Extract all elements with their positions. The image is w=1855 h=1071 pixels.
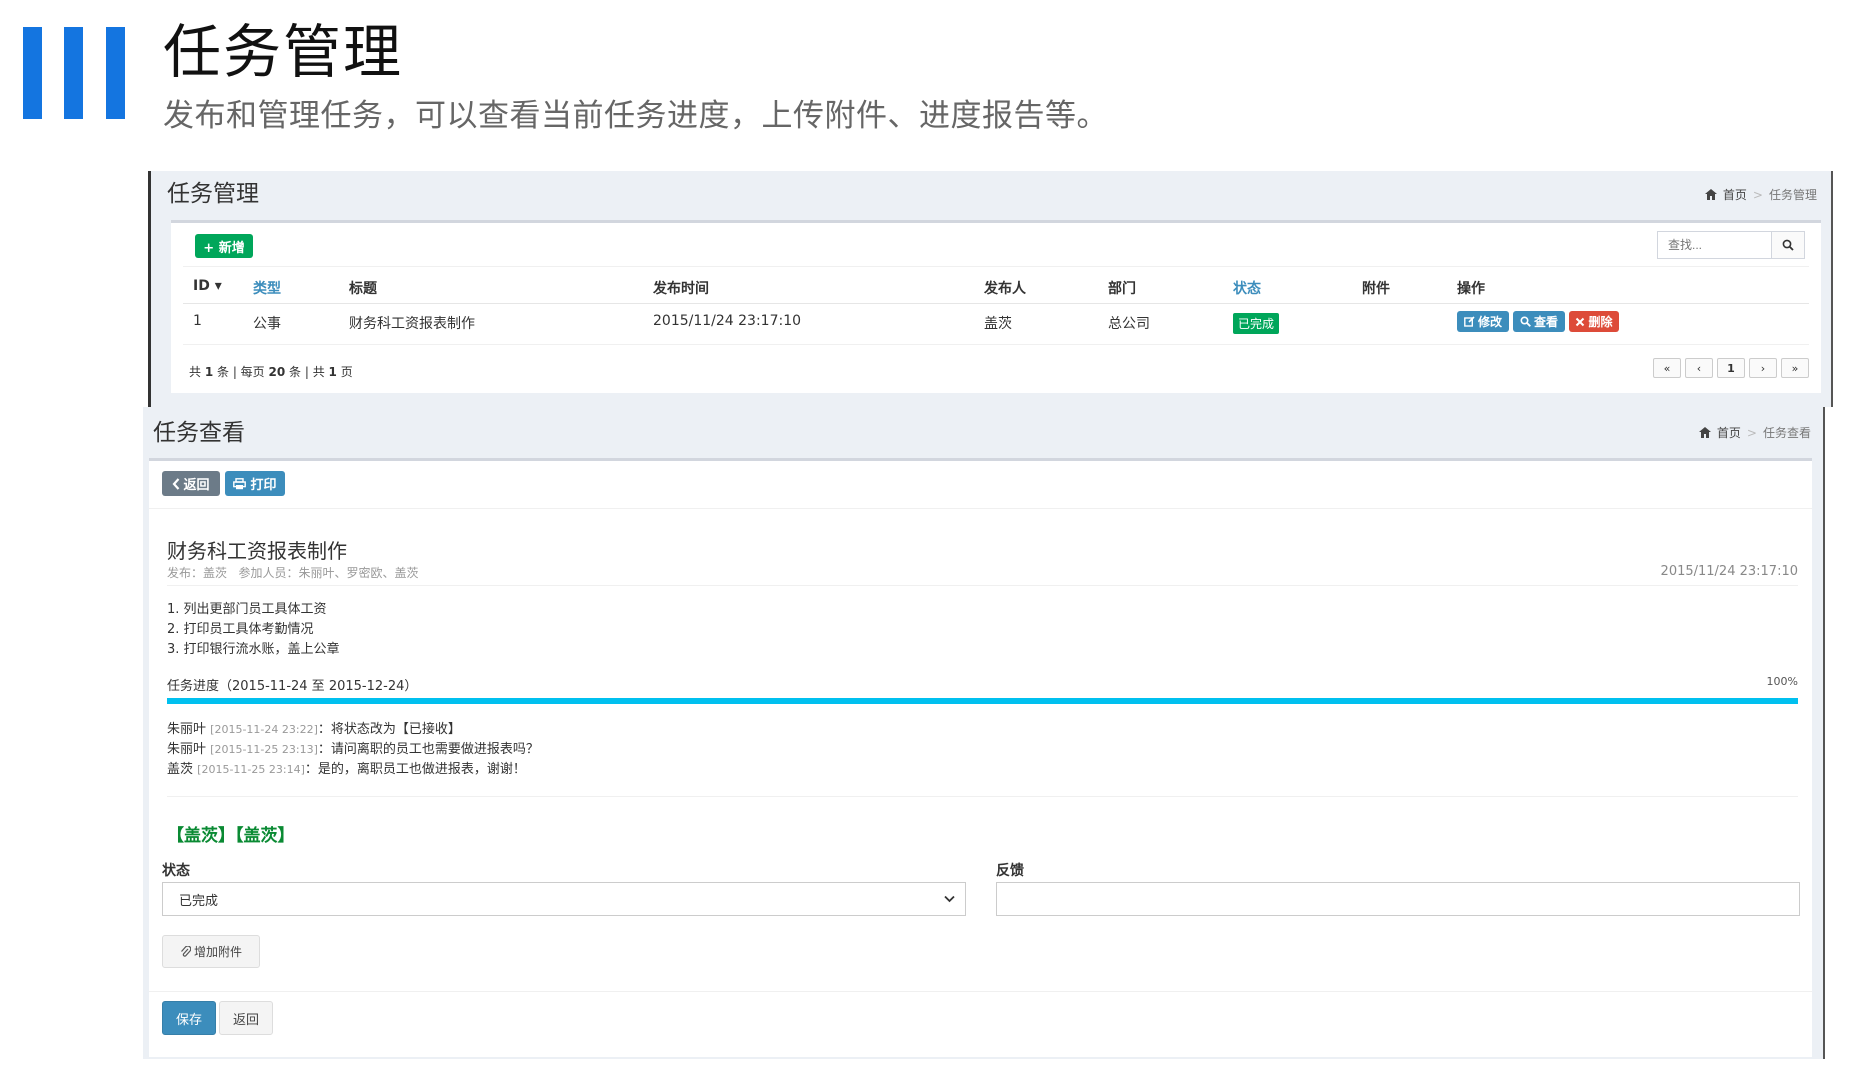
slide-subtitle: 发布和管理任务，可以查看当前任务进度，上传附件、进度报告等。: [163, 98, 1108, 134]
accent-bar-2: [64, 27, 83, 119]
page-1-button[interactable]: 1: [1717, 358, 1745, 378]
breadcrumb-current: 任务查看: [1762, 426, 1811, 440]
status-select[interactable]: 已完成: [162, 882, 966, 916]
title-divider: [167, 585, 1798, 586]
col-header-id[interactable]: ID ▾: [193, 278, 222, 294]
task-detail-box: 返回 打印 财务科工资报表制作 发布：盖茨 参加人员：朱丽叶、罗密欧、盖茨 20…: [149, 458, 1812, 1057]
back-button[interactable]: 返回: [162, 471, 220, 496]
pagination: « ‹ 1 › »: [1653, 358, 1809, 378]
chevron-down-icon: [944, 895, 955, 903]
view-label: 查看: [1533, 315, 1558, 329]
close-icon: [1576, 317, 1585, 326]
chevron-left-icon: [173, 477, 180, 490]
cell-type: 公事: [253, 316, 281, 332]
magnifier-icon: [1520, 316, 1531, 327]
row-bottom-line: [183, 344, 1809, 345]
breadcrumb-current: 任务管理: [1768, 188, 1817, 202]
col-header-actions: 操作: [1457, 281, 1485, 297]
page-title: 任务查看: [153, 420, 245, 446]
delete-label: 删除: [1588, 315, 1613, 329]
cell-time: 2015/11/24 23:17:10: [653, 313, 802, 329]
add-attachment-button[interactable]: 增加附件: [162, 935, 260, 968]
add-attachment-label: 增加附件: [193, 945, 242, 959]
task-title: 财务科工资报表制作: [167, 539, 347, 563]
print-label: 打印: [250, 478, 277, 493]
save-button[interactable]: 保存: [162, 1001, 216, 1035]
task-list-screen: 任务管理 首页>任务管理 + 新增 ID ▾ 类型 标题 发布时间 发布人 部门…: [148, 171, 1833, 407]
edit-icon: [1464, 316, 1475, 327]
paperclip-icon: [181, 945, 191, 957]
publish-time: 2015/11/24 23:17:10: [1660, 564, 1798, 579]
back-label: 返回: [183, 478, 210, 493]
slide-title: 任务管理: [163, 18, 404, 86]
col-header-attachment: 附件: [1362, 281, 1390, 297]
toolbar-divider: [149, 508, 1812, 509]
cell-publisher: 盖茨: [984, 316, 1012, 332]
first-page-button[interactable]: «: [1653, 358, 1681, 378]
log-entry: 盖茨 [2015-11-25 23:14]：是的，离职员工也做进报表，谢谢！: [167, 762, 526, 777]
feedback-input[interactable]: [996, 882, 1800, 916]
status-badge: 已完成: [1233, 313, 1280, 334]
cell-dept: 总公司: [1108, 316, 1150, 332]
col-header-time: 发布时间: [653, 281, 709, 297]
progress-percent: 100%: [1766, 675, 1798, 688]
printer-icon: [233, 477, 247, 489]
page-title: 任务管理: [167, 181, 259, 207]
header-top-line: [183, 266, 1809, 267]
log-entry: 朱丽叶 [2015-11-24 23:22]：将状态改为【已接收】: [167, 722, 461, 737]
status-label: 状态: [162, 863, 190, 879]
task-step: 2. 打印员工具体考勤情况: [167, 622, 314, 637]
breadcrumb-home[interactable]: 首页: [1723, 188, 1747, 202]
prev-page-button[interactable]: ‹: [1685, 358, 1713, 378]
accent-bar-1: [23, 27, 42, 119]
cell-id: 1: [193, 313, 202, 329]
edit-button[interactable]: 修改: [1457, 311, 1509, 332]
header-bottom-line: [183, 303, 1809, 304]
breadcrumb: 首页 > 任务管理: [1704, 187, 1817, 203]
next-page-button[interactable]: ›: [1749, 358, 1777, 378]
search-icon: [1782, 239, 1794, 251]
progress-label: 任务进度（2015-11-24 至 2015-12-24）: [167, 679, 418, 694]
col-header-status[interactable]: 状态: [1233, 278, 1261, 298]
search-button[interactable]: [1771, 232, 1804, 258]
progress-fill: [167, 698, 1798, 704]
home-icon: [1698, 427, 1711, 438]
task-table-box: + 新增 ID ▾ 类型 标题 发布时间 发布人 部门 状态 附件 操作 1 公…: [171, 220, 1821, 393]
edit-label: 修改: [1477, 315, 1502, 329]
feedback-label: 反馈: [996, 863, 1024, 879]
task-detail-screen: 任务查看 首页 > 任务查看 返回 打印 财务科工资报表制作 发布：盖茨 参加人员：…: [143, 407, 1825, 1059]
last-page-button[interactable]: »: [1781, 358, 1809, 378]
footer-divider: [149, 991, 1812, 992]
print-button[interactable]: 打印: [225, 471, 285, 496]
task-step: 1. 列出更部门员工具体工资: [167, 602, 327, 617]
add-task-button[interactable]: + 新增: [195, 234, 253, 258]
search-box: [1657, 231, 1805, 259]
breadcrumb-home[interactable]: 首页: [1717, 426, 1741, 440]
delete-button[interactable]: 删除: [1569, 311, 1619, 332]
breadcrumb: 首页 > 任务查看: [1698, 425, 1811, 441]
col-header-publisher: 发布人: [984, 281, 1026, 297]
home-icon: [1704, 189, 1717, 200]
progress-track: [167, 698, 1798, 704]
col-header-title: 标题: [349, 281, 377, 297]
logs-divider: [167, 796, 1798, 797]
accent-bar-3: [106, 27, 125, 119]
cell-title[interactable]: 财务科工资报表制作: [349, 313, 475, 333]
status-select-value: 已完成: [179, 893, 219, 909]
col-header-type[interactable]: 类型: [253, 278, 281, 298]
participant-tags: 【盖茨】【盖茨】: [167, 826, 295, 846]
pagination-summary: 共 1 条 | 每页 20 条 | 共 1 页: [189, 365, 353, 379]
cancel-button[interactable]: 返回: [219, 1001, 273, 1035]
col-header-dept: 部门: [1108, 281, 1136, 297]
task-meta: 发布：盖茨 参加人员：朱丽叶、罗密欧、盖茨: [167, 566, 419, 580]
log-entry: 朱丽叶 [2015-11-25 23:13]：请问离职的员工也需要做进报表吗？: [167, 742, 539, 757]
task-step: 3. 打印银行流水账，盖上公章: [167, 642, 340, 657]
view-button[interactable]: 查看: [1513, 311, 1565, 332]
